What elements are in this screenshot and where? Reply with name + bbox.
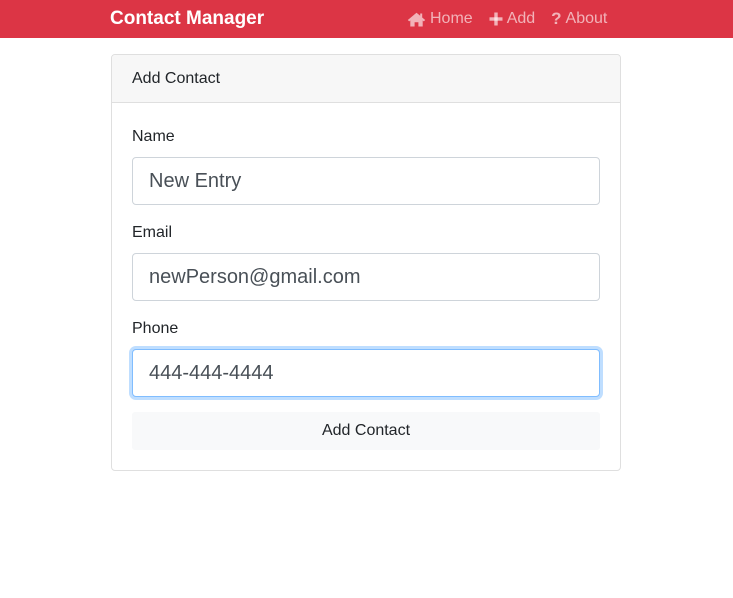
nav-link-about-label: About [565, 10, 608, 27]
nav-link-home[interactable]: Home [407, 10, 473, 28]
brand-link[interactable]: Contact Manager [110, 0, 264, 38]
name-input[interactable] [132, 157, 600, 205]
nav-link-add[interactable]: Add [489, 10, 535, 28]
plus-icon [489, 12, 503, 26]
phone-label: Phone [132, 320, 179, 337]
question-icon: ? [551, 9, 562, 28]
add-contact-card: Add Contact Name Email Phone Add Contact [111, 54, 621, 471]
email-input[interactable] [132, 253, 600, 301]
add-contact-button[interactable]: Add Contact [132, 412, 600, 450]
nav-link-add-label: Add [506, 10, 536, 27]
name-label: Name [132, 128, 175, 145]
phone-input[interactable] [132, 349, 600, 397]
nav-link-home-label: Home [430, 10, 473, 27]
navbar: Contact Manager Home Add ? About [0, 0, 733, 38]
email-label: Email [132, 224, 173, 241]
home-icon [407, 12, 426, 26]
nav-link-about[interactable]: ? About [551, 9, 607, 29]
nav-links: Home Add ? About [407, 0, 607, 38]
card-header: Add Contact [112, 55, 620, 103]
